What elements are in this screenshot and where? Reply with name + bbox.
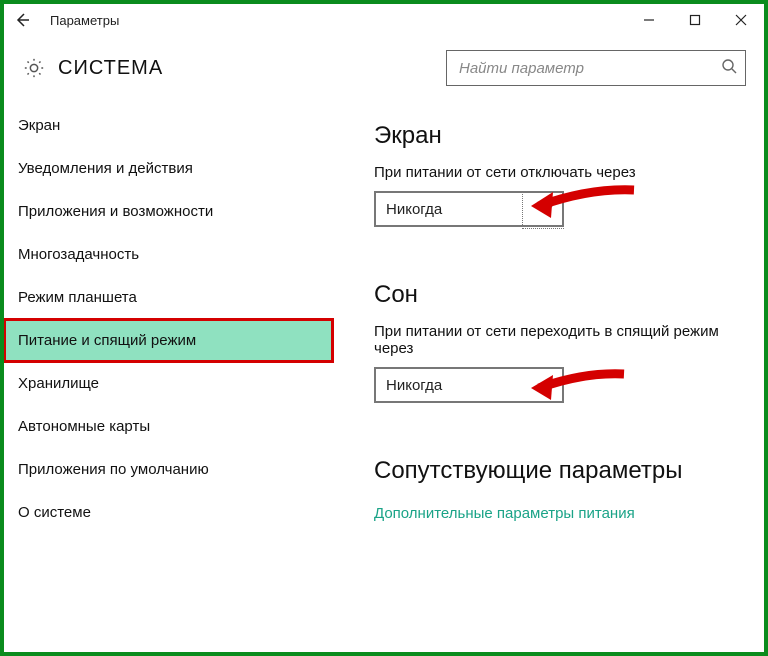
screen-off-label: При питании от сети отключать через [374,164,742,181]
search-input[interactable] [457,59,721,78]
sidebar-item-power-sleep[interactable]: Питание и спящий режим [4,319,333,362]
sleep-after-label: При питании от сети переходить в спящий … [374,323,742,357]
sidebar-item-label: О системе [18,504,91,521]
sidebar-item-display[interactable]: Экран [4,104,333,147]
maximize-button[interactable] [672,4,718,36]
chevron-down-icon [542,377,554,394]
sidebar-item-multitasking[interactable]: Многозадачность [4,233,333,276]
titlebar-left: Параметры [8,6,626,34]
sidebar-item-offline-maps[interactable]: Автономные карты [4,405,333,448]
minimize-icon [643,14,655,26]
header-left: СИСТЕМА [22,56,446,80]
arrow-left-icon [14,12,30,28]
search-icon [721,58,737,78]
header: СИСТЕМА [4,36,764,104]
sidebar-item-storage[interactable]: Хранилище [4,362,333,405]
sidebar-item-label: Экран [18,117,60,134]
section-heading-screen: Экран [374,122,742,150]
titlebar: Параметры [4,4,764,36]
sidebar-item-label: Приложения и возможности [18,203,213,220]
sidebar-item-tablet-mode[interactable]: Режим планшета [4,276,333,319]
sidebar-item-label: Многозадачность [18,246,139,263]
search-box[interactable] [446,50,746,86]
body: Экран Уведомления и действия Приложения … [4,104,764,652]
sidebar-item-label: Приложения по умолчанию [18,461,209,478]
window-controls [626,4,764,36]
settings-window: Параметры СИСТЕМА [0,0,768,656]
gear-icon [22,56,46,80]
sidebar-item-apps[interactable]: Приложения и возможности [4,190,333,233]
sidebar-item-about[interactable]: О системе [4,491,333,534]
content: Экран При питании от сети отключать чере… [334,104,764,652]
back-button[interactable] [8,6,36,34]
sleep-after-select[interactable]: Никогда [374,367,564,403]
sidebar-item-label: Режим планшета [18,289,137,306]
maximize-icon [689,14,701,26]
sidebar-item-notifications[interactable]: Уведомления и действия [4,147,333,190]
sidebar: Экран Уведомления и действия Приложения … [4,104,334,652]
window-title: Параметры [50,13,119,28]
chevron-down-icon [542,201,554,218]
section-heading-related: Сопутствующие параметры [374,457,742,485]
section-heading-sleep: Сон [374,281,742,309]
sidebar-item-label: Питание и спящий режим [18,332,196,349]
minimize-button[interactable] [626,4,672,36]
additional-power-settings-link[interactable]: Дополнительные параметры питания [374,505,635,522]
screen-off-value: Никогда [386,201,542,218]
sidebar-item-default-apps[interactable]: Приложения по умолчанию [4,448,333,491]
close-icon [735,14,747,26]
sidebar-item-label: Хранилище [18,375,99,392]
sleep-after-value: Никогда [386,377,542,394]
sidebar-item-label: Уведомления и действия [18,160,193,177]
sidebar-item-label: Автономные карты [18,418,150,435]
screen-off-select[interactable]: Никогда [374,191,564,227]
close-button[interactable] [718,4,764,36]
page-title: СИСТЕМА [58,57,163,80]
